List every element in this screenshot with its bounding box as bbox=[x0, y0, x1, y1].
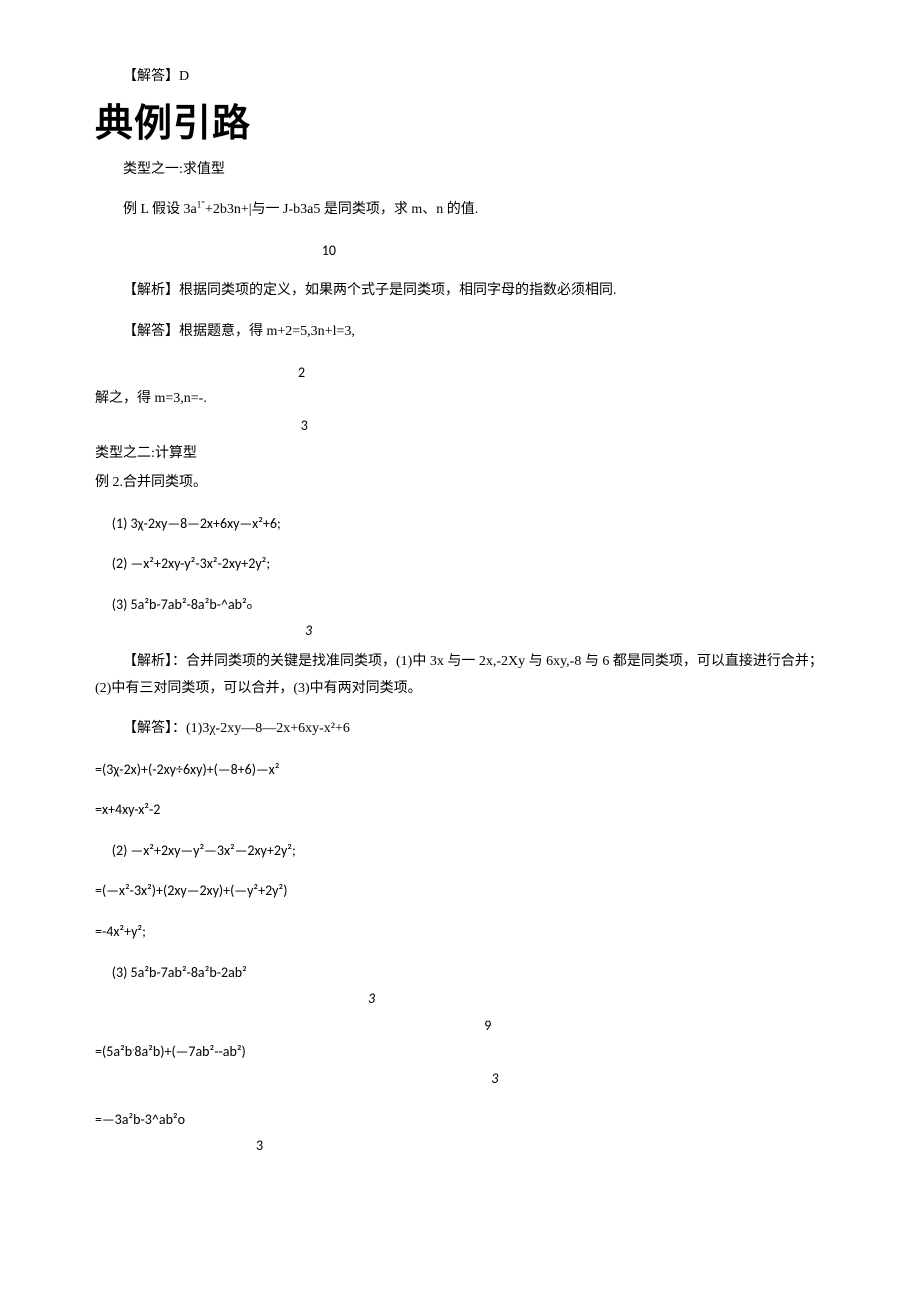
eq3: =(—x²-3x²)+(2xy—2xy)+(—y²+2y²) bbox=[95, 878, 825, 905]
eq5-a: =(5a²b bbox=[95, 1043, 132, 1060]
item3-frac: 3 bbox=[305, 618, 825, 645]
example1-sup1: 1" bbox=[197, 200, 205, 210]
item3: (3) 5a²b-7ab²-8a²b-^ab²o bbox=[95, 592, 825, 619]
type1-solve: 解之，得 m=3,n=-. bbox=[95, 386, 825, 413]
type2-answer-label: 【解答】：(1)3χ-2xy—8—2x+6xy-x²+6 bbox=[95, 716, 825, 743]
type1-title: 类型之一:求值型 bbox=[95, 157, 825, 184]
type2-title: 类型之二:计算型 bbox=[95, 441, 825, 468]
type1-answer: 【解答】根据题意，得 m+2=5,3n+l=3, bbox=[95, 319, 825, 346]
eq1: =(3χ-2x)+(-2xy÷6xy)+(—8+6)—x² bbox=[95, 757, 825, 784]
part3-frac4: 3 bbox=[256, 1133, 825, 1160]
example1-label: 例 L 假设 3a bbox=[123, 202, 197, 217]
frac-3: 3 bbox=[301, 413, 825, 440]
frac-10: 10 bbox=[322, 238, 825, 265]
frac-2: 2 bbox=[298, 360, 825, 387]
eq4: =-4x²+y²; bbox=[95, 919, 825, 946]
part2-label: (2) —x²+2xy—y²—3x²—2xy+2y²; bbox=[95, 838, 825, 865]
item1: (1) 3χ-2xy—8—2x+6xy—x²+6; bbox=[95, 511, 825, 538]
example2-label: 例 2.合并同类项。 bbox=[95, 470, 825, 497]
type2-analysis: 【解析】：合并同类项的关键是找准同类项，(1)中 3x 与一 2x,-2Xy 与… bbox=[95, 649, 825, 702]
item3-text: (3) 5a²b-7ab²-8a²b-^ab² bbox=[112, 596, 247, 613]
type1-analysis: 【解析】根据同类项的定义，如果两个式子是同类项，相同字母的指数必须相同. bbox=[95, 278, 825, 305]
item3-sub: o bbox=[247, 599, 252, 612]
eq2: =x+4xy-x²-2 bbox=[95, 797, 825, 824]
part3-frac1: 3 bbox=[368, 986, 825, 1013]
item2: (2) —x²+2xy-y²-3x²-2xy+2y²; bbox=[95, 551, 825, 578]
part3-frac2: 9 bbox=[484, 1013, 825, 1040]
heading-calligraphy: 典例引路 bbox=[95, 105, 825, 143]
eq5: =(5a²b.8a²b)+(—7ab²--ab²) bbox=[95, 1039, 825, 1066]
part3-frac3: 3 bbox=[491, 1066, 825, 1093]
example1-line: 例 L 假设 3a1"+2b3n+|与一 J-b3a5 是同类项，求 m、n 的… bbox=[95, 197, 825, 224]
part3-label: (3) 5a²b-7ab²-8a²b-2ab² bbox=[95, 960, 825, 987]
top-answer: 【解答】D bbox=[95, 64, 825, 91]
eq5-b: 8a²b)+(—7ab²--ab²) bbox=[134, 1043, 245, 1060]
example1-mid: +2b3n+|与一 J-b3a5 是同类项，求 m、n 的值. bbox=[205, 202, 478, 217]
eq6: =—3a²b-3^ab²o bbox=[95, 1107, 825, 1134]
